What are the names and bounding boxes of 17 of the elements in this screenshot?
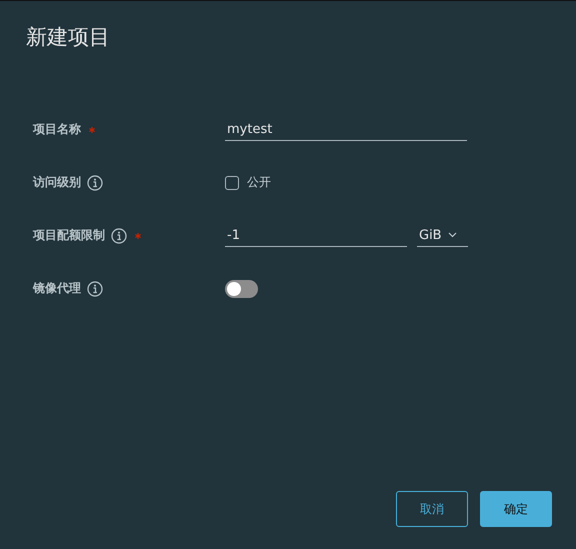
info-icon[interactable] <box>87 174 103 190</box>
unit-select[interactable]: GiB <box>417 224 468 246</box>
confirm-button[interactable]: 确定 <box>480 491 552 527</box>
caret-icon <box>448 232 457 238</box>
field-label: 镜像代理 <box>33 280 81 297</box>
checkbox-label: 公开 <box>247 174 271 191</box>
field-label: 访问级别 <box>33 174 81 191</box>
toggle-switch[interactable] <box>225 280 258 298</box>
info-icon[interactable] <box>111 228 127 244</box>
checkbox[interactable] <box>225 176 239 190</box>
cancel-button[interactable]: 取消 <box>396 491 468 527</box>
dialog-title: 新建项目 <box>26 24 111 51</box>
field-label: 项目配额限制 <box>33 227 105 244</box>
field-label: 项目名称 <box>33 121 81 138</box>
quota-input[interactable]: -1 <box>225 224 407 246</box>
info-icon[interactable] <box>87 280 103 296</box>
name-input[interactable]: mytest <box>225 118 467 140</box>
